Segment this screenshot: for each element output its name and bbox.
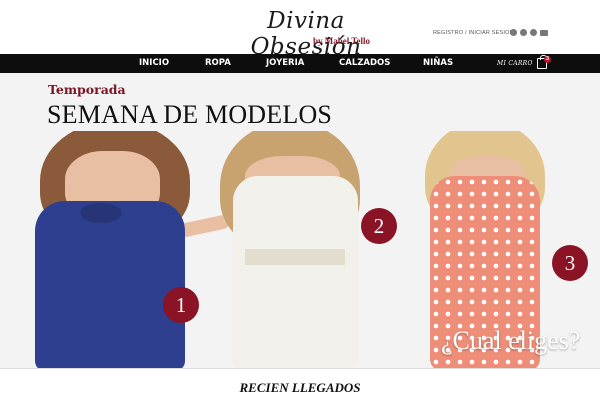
option-badge-3[interactable]: 3 [552, 245, 588, 281]
model-photo-1[interactable] [20, 131, 230, 368]
model-photo-2[interactable] [215, 131, 385, 368]
nav-item-ropa[interactable]: ROPA [205, 54, 231, 73]
brand-logo[interactable]: Divina Obsesión by Mabel Tello [236, 8, 376, 60]
brand-name: Divina Obsesión [250, 8, 362, 60]
main-nav: INICIO ROPA JOYERIA CALZADOS NIÑAS MI CA… [0, 54, 600, 73]
nav-item-inicio[interactable]: INICIO [139, 54, 169, 73]
twitter-icon[interactable] [530, 29, 537, 36]
nav-item-ninas[interactable]: NIÑAS [423, 54, 453, 73]
hero-subtitle: Temporada [48, 82, 126, 97]
mail-icon[interactable] [540, 30, 548, 36]
cart-count-badge: 3 [544, 56, 551, 63]
new-arrivals-heading: RECIEN LLEGADOS [239, 380, 361, 395]
hero-banner[interactable]: Temporada SEMANA DE MODELOS 1 2 3 ¿Cual … [0, 73, 600, 368]
option-badge-2[interactable]: 2 [361, 208, 397, 244]
social-links [510, 29, 548, 36]
cart-label[interactable]: MI CARRO [497, 54, 533, 73]
brand-byline: by Mabel Tello [312, 36, 370, 46]
hero-title: SEMANA DE MODELOS [47, 100, 333, 129]
nav-item-calzados[interactable]: CALZADOS [339, 54, 390, 73]
account-link[interactable]: REGISTRO / INICIAR SESION [433, 30, 514, 36]
section-divider [0, 368, 600, 369]
nav-item-joyeria[interactable]: JOYERIA [266, 54, 304, 73]
facebook-icon[interactable] [520, 29, 527, 36]
option-badge-1[interactable]: 1 [163, 287, 199, 323]
instagram-icon[interactable] [510, 29, 517, 36]
hero-question: ¿Cual eliges? [441, 326, 581, 355]
site-header: Divina Obsesión by Mabel Tello REGISTRO … [0, 0, 600, 60]
